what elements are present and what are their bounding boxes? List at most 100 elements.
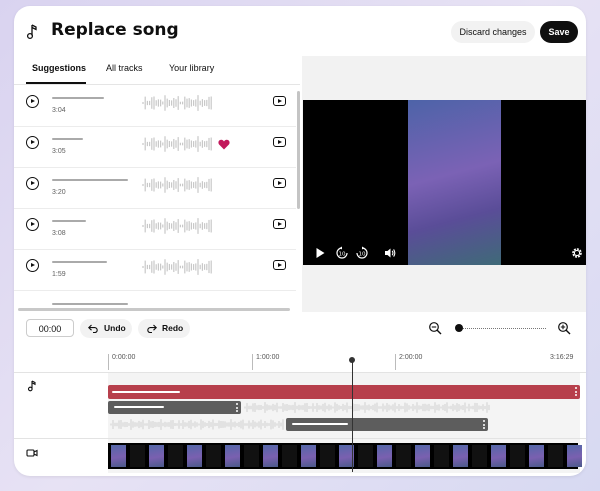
- play-circle-icon[interactable]: [26, 95, 39, 108]
- discard-changes-button[interactable]: Discard changes: [451, 21, 535, 43]
- filmstrip-frame: [396, 445, 411, 467]
- waveform-icon: [142, 259, 212, 275]
- filmstrip-frame: [491, 445, 506, 467]
- redo-icon: [147, 324, 157, 333]
- zoom-in-icon[interactable]: [557, 321, 571, 335]
- filmstrip-frame: [567, 445, 582, 467]
- more-vert-icon[interactable]: [483, 420, 485, 429]
- timeline-editor: 00:00 Undo Redo 0:00:00 1:00:00 2:00:00 …: [14, 312, 586, 476]
- timeline-ruler[interactable]: 0:00:00 1:00:00 2:00:00 3:16:29: [14, 352, 586, 372]
- clip-title-placeholder: [112, 391, 180, 393]
- dialog-header: Replace song Discard changes Save: [14, 6, 586, 56]
- rewind-10-icon[interactable]: 10: [335, 246, 349, 260]
- gear-icon[interactable]: [570, 246, 584, 260]
- ruler-tick: [395, 354, 396, 370]
- zoom-slider-handle[interactable]: [455, 324, 463, 332]
- zoom-slider-track[interactable]: [456, 328, 546, 329]
- list-item[interactable]: 3:08: [14, 208, 296, 250]
- filmstrip-frame: [301, 445, 316, 467]
- filmstrip-frame: [187, 445, 202, 467]
- track-duration: 1:59: [52, 271, 66, 278]
- track-title-placeholder: [52, 303, 128, 305]
- svg-text:10: 10: [359, 252, 366, 258]
- list-horizontal-scrollbar[interactable]: [18, 308, 290, 311]
- track-title-placeholder: [52, 220, 86, 222]
- undo-icon: [88, 324, 98, 333]
- filmstrip-frame: [510, 445, 525, 467]
- filmstrip-frame: [434, 445, 449, 467]
- track-duration: 3:05: [52, 148, 66, 155]
- redo-button[interactable]: Redo: [138, 319, 190, 338]
- filmstrip-frame: [415, 445, 430, 467]
- audio-clip[interactable]: [286, 418, 488, 431]
- redo-label: Redo: [162, 323, 184, 333]
- zoom-out-icon[interactable]: [428, 321, 442, 335]
- filmstrip-frame: [149, 445, 164, 467]
- youtube-preview-icon[interactable]: [273, 219, 286, 229]
- filmstrip-frame: [263, 445, 278, 467]
- play-circle-icon[interactable]: [26, 218, 39, 231]
- clip-title-placeholder: [114, 406, 164, 408]
- page-title: Replace song: [51, 20, 179, 40]
- video-frame: [408, 100, 501, 265]
- list-scrollbar[interactable]: [297, 91, 300, 209]
- volume-icon[interactable]: [383, 246, 397, 260]
- undo-label: Undo: [104, 323, 126, 333]
- ruler-label: 2:00:00: [399, 354, 423, 361]
- filmstrip-frame: [130, 445, 145, 467]
- video-player[interactable]: 10 10: [303, 100, 586, 265]
- replace-song-dialog: Replace song Discard changes Save Sugges…: [14, 6, 586, 476]
- filmstrip-frame: [111, 445, 126, 467]
- heart-icon[interactable]: [218, 139, 230, 150]
- audio-clip[interactable]: [108, 401, 241, 414]
- track-title-placeholder: [52, 97, 104, 99]
- youtube-preview-icon[interactable]: [273, 96, 286, 106]
- tab-all-tracks[interactable]: All tracks: [106, 63, 143, 73]
- track-title-placeholder: [52, 261, 107, 263]
- active-tab-indicator: [26, 82, 86, 84]
- clip-title-placeholder: [292, 423, 348, 425]
- video-filmstrip[interactable]: [108, 443, 582, 469]
- list-item[interactable]: 3:05: [14, 126, 296, 168]
- ruler-label: 1:00:00: [256, 354, 280, 361]
- current-time-field[interactable]: 00:00: [26, 319, 74, 337]
- ruler-label: 3:16:29: [550, 354, 574, 361]
- waveform-icon: [244, 402, 490, 413]
- waveform-icon: [142, 218, 212, 234]
- ruler-tick: [252, 354, 253, 370]
- filmstrip-frame: [168, 445, 183, 467]
- playhead-handle[interactable]: [349, 357, 355, 363]
- list-item[interactable]: 3:20: [14, 167, 296, 209]
- play-circle-icon[interactable]: [26, 177, 39, 190]
- more-vert-icon[interactable]: [236, 403, 238, 412]
- music-note-icon: [26, 24, 37, 40]
- tab-your-library[interactable]: Your library: [169, 63, 214, 73]
- play-icon[interactable]: [313, 246, 327, 260]
- filmstrip-frame: [282, 445, 297, 467]
- video-camera-icon: [26, 449, 38, 457]
- undo-button[interactable]: Undo: [80, 319, 132, 338]
- youtube-preview-icon[interactable]: [273, 260, 286, 270]
- more-vert-icon[interactable]: [575, 387, 577, 396]
- waveform-icon: [142, 136, 212, 152]
- play-circle-icon[interactable]: [26, 259, 39, 272]
- playhead[interactable]: [352, 358, 353, 472]
- list-item[interactable]: 1:59: [14, 249, 296, 291]
- play-circle-icon[interactable]: [26, 136, 39, 149]
- track-duration: 3:08: [52, 230, 66, 237]
- save-button[interactable]: Save: [540, 21, 578, 43]
- track-title-placeholder: [52, 138, 83, 140]
- filmstrip-frame: [548, 445, 563, 467]
- youtube-preview-icon[interactable]: [273, 178, 286, 188]
- filmstrip-frame: [206, 445, 221, 467]
- forward-10-icon[interactable]: 10: [355, 246, 369, 260]
- tab-suggestions[interactable]: Suggestions: [32, 63, 86, 73]
- track-title-placeholder: [52, 179, 128, 181]
- ruler-tick: [108, 354, 109, 370]
- filmstrip-frame: [320, 445, 335, 467]
- waveform-icon: [142, 177, 212, 193]
- list-item[interactable]: 3:04: [14, 85, 296, 127]
- track-list[interactable]: 3:04 3:05 3:20 3:08 1:59: [14, 85, 300, 312]
- youtube-preview-icon[interactable]: [273, 137, 286, 147]
- selected-song-clip[interactable]: [108, 385, 580, 399]
